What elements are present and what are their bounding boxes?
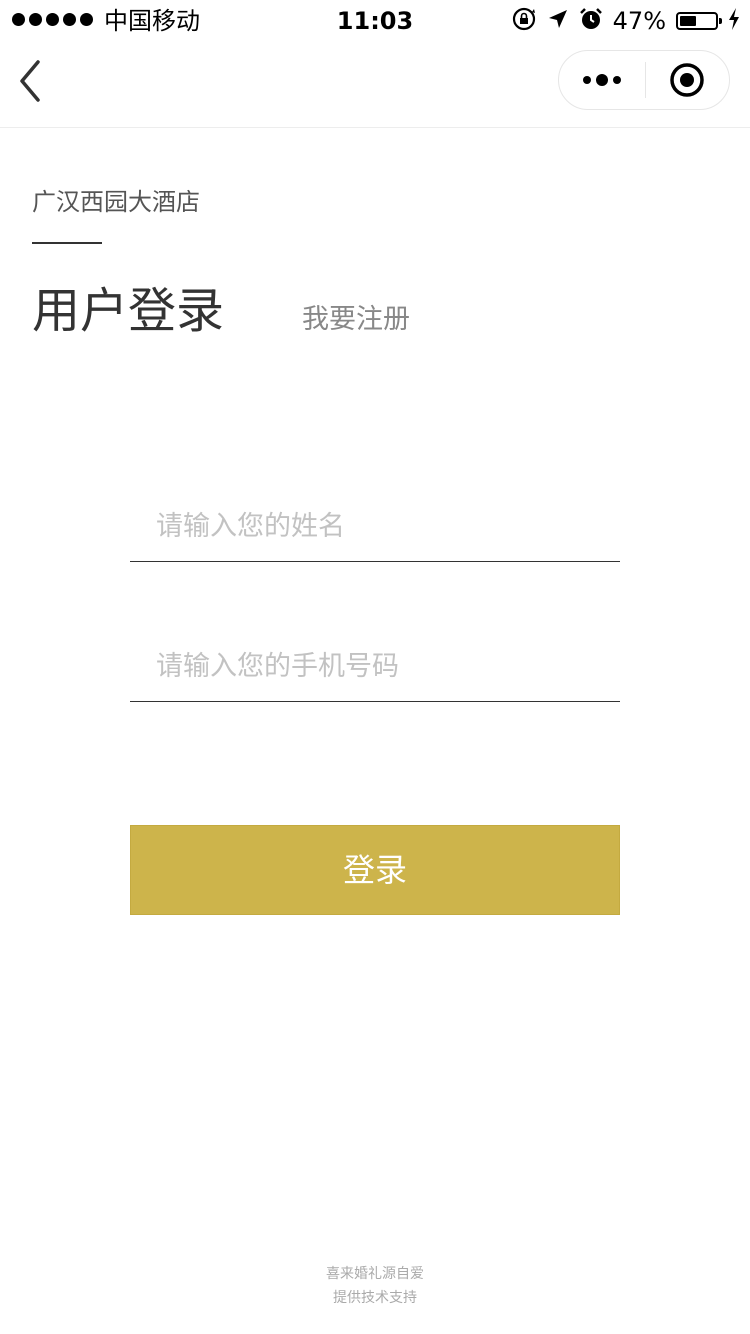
status-bar: 中国移动 11:03 47%: [0, 0, 750, 42]
chevron-left-icon: [20, 60, 40, 102]
name-field: [130, 492, 620, 562]
target-circle-icon: [670, 63, 704, 97]
battery-fill: [680, 16, 696, 26]
navigation-bar: [0, 42, 750, 128]
register-link[interactable]: 我要注册: [302, 302, 410, 338]
location-arrow-icon: [547, 8, 569, 34]
hotel-name: 广汉西园大酒店: [32, 188, 200, 216]
rotation-lock-icon: [511, 6, 537, 36]
mini-program-capsule: [558, 50, 730, 110]
footer-line-1: 喜来婚礼源自爱: [326, 1266, 424, 1282]
phone-field: [130, 632, 620, 702]
status-indicators: 47%: [511, 6, 740, 36]
close-mini-program-button[interactable]: [646, 51, 730, 109]
more-button[interactable]: [559, 51, 645, 109]
name-input[interactable]: [130, 492, 620, 561]
footer-line-2: 提供技术支持: [333, 1290, 417, 1306]
back-button[interactable]: [12, 56, 52, 106]
battery-percent: 47%: [612, 7, 666, 35]
login-page: 中国移动 11:03 47% 广汉西园大酒店 用户登录 我要注册 请输入您的姓名…: [0, 0, 750, 1334]
alarm-clock-icon: [579, 7, 603, 35]
login-button[interactable]: 登录: [130, 825, 620, 915]
phone-input[interactable]: [130, 632, 620, 701]
page-title: 用户登录: [32, 283, 225, 339]
more-dots-icon: [582, 76, 591, 84]
battery-icon: [676, 12, 722, 30]
hotel-name-underline: [32, 242, 102, 244]
footer: 喜来婚礼源自爱 提供技术支持: [0, 1262, 750, 1310]
charging-bolt-icon: [728, 8, 740, 34]
